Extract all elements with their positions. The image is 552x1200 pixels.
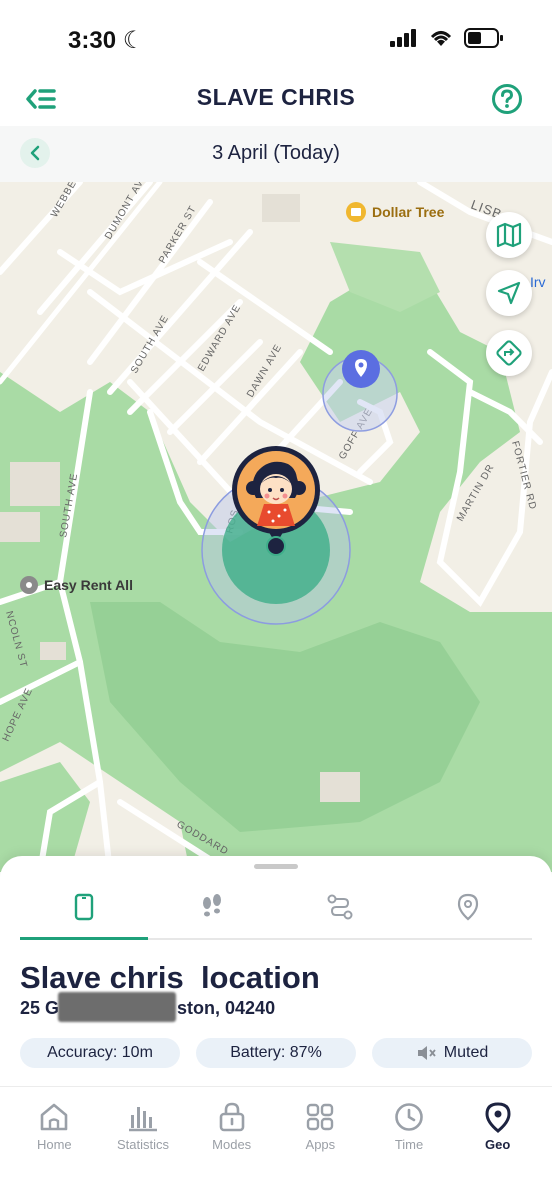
- status-bar: 3:30 ☾: [0, 0, 552, 80]
- shopping-bag-icon: [346, 202, 366, 222]
- statistics-icon: [129, 1107, 157, 1132]
- moon-icon: ☾: [122, 27, 145, 54]
- address-end: ston, 04240: [177, 998, 276, 1018]
- directions-icon: [496, 340, 522, 366]
- map-type-button[interactable]: [486, 212, 532, 258]
- nav-home[interactable]: Home: [10, 1087, 99, 1200]
- sheet-tabs: [20, 876, 532, 940]
- nav-label: Apps: [305, 1137, 336, 1152]
- battery-text: Battery: 87%: [230, 1044, 322, 1061]
- sheet-drag-handle[interactable]: [254, 864, 298, 869]
- status-time: 3:30 ☾: [68, 27, 145, 54]
- child-location-marker[interactable]: [231, 444, 321, 564]
- nav-label: Modes: [212, 1137, 252, 1152]
- location-title: Slave chris location: [20, 960, 320, 995]
- cellular-signal-icon: [390, 29, 416, 47]
- map-pin-icon: [457, 893, 479, 921]
- tab-route[interactable]: [276, 876, 404, 938]
- tab-steps[interactable]: [148, 876, 276, 938]
- child-avatar-icon: [232, 446, 320, 556]
- nav-label: Time: [394, 1137, 424, 1152]
- lock-icon: [219, 1102, 244, 1132]
- my-location-button[interactable]: [486, 270, 532, 316]
- accuracy-chip: Accuracy: 10m: [20, 1038, 180, 1068]
- map-view[interactable]: WEBBER DUMONT AVE PARKER ST SOUTH AVE ED…: [0, 182, 552, 872]
- nav-apps[interactable]: Apps: [276, 1087, 365, 1200]
- help-button[interactable]: [490, 82, 524, 116]
- page-title: SLAVE CHRIS: [196, 84, 356, 110]
- date-label: 3 April (Today): [212, 142, 340, 164]
- nav-label: Home: [36, 1137, 72, 1152]
- status-icons: [390, 28, 504, 48]
- address-start: 25 G: [20, 998, 60, 1018]
- route-icon: [327, 894, 353, 920]
- home-icon: [41, 1103, 68, 1131]
- clock-icon: [395, 1103, 423, 1131]
- wifi-icon: [430, 31, 452, 46]
- nav-label: Statistics: [117, 1137, 170, 1152]
- location-sheet: Slave chris location 25 G ston, 04240 Acc…: [0, 856, 552, 1096]
- apps-icon: [307, 1103, 334, 1131]
- accuracy-text: Accuracy: 10m: [47, 1044, 153, 1061]
- nav-modes[interactable]: Modes: [187, 1087, 276, 1200]
- directions-button[interactable]: [486, 330, 532, 376]
- help-icon: [492, 84, 522, 114]
- poi-easy-rent-all[interactable]: Easy Rent All: [20, 576, 133, 594]
- battery-chip: Battery: 87%: [196, 1038, 356, 1068]
- speaker-muted-icon: [417, 1046, 436, 1060]
- map-icon: [496, 222, 522, 248]
- address-redaction: [58, 992, 176, 1022]
- phone-icon: [74, 893, 94, 921]
- street-label-south-ave: SOUTH AVE: [129, 313, 171, 375]
- poi-dot-icon: [20, 576, 38, 594]
- date-bar: 3 April (Today): [0, 126, 552, 182]
- geo-pin-icon: [485, 1102, 511, 1133]
- nav-label: Geo: [485, 1137, 511, 1152]
- muted-text: Muted: [443, 1044, 489, 1061]
- footprints-icon: [203, 894, 221, 917]
- muted-chip: Muted: [372, 1038, 532, 1068]
- location-pin-icon: [342, 350, 380, 388]
- poi-partial-irv[interactable]: Irv: [530, 274, 546, 290]
- bottom-navigation: Home Statistics Modes Apps Time Geo: [0, 1086, 552, 1200]
- battery-icon: [464, 28, 503, 48]
- status-chips: Accuracy: 10m Battery: 87% Muted: [20, 1038, 532, 1068]
- tab-places[interactable]: [404, 876, 532, 938]
- poi-label: Easy Rent All: [44, 577, 133, 593]
- nav-geo[interactable]: Geo: [453, 1087, 542, 1200]
- previous-location-pin[interactable]: [341, 349, 381, 394]
- poi-label: Irv: [530, 274, 546, 290]
- navigation-arrow-icon: [497, 281, 521, 305]
- nav-time[interactable]: Time: [365, 1087, 454, 1200]
- nav-statistics[interactable]: Statistics: [99, 1087, 188, 1200]
- app-header: SLAVE CHRIS: [0, 72, 552, 126]
- poi-dollar-tree[interactable]: Dollar Tree: [346, 202, 444, 222]
- tab-device[interactable]: [20, 876, 148, 940]
- poi-label: Dollar Tree: [372, 204, 445, 220]
